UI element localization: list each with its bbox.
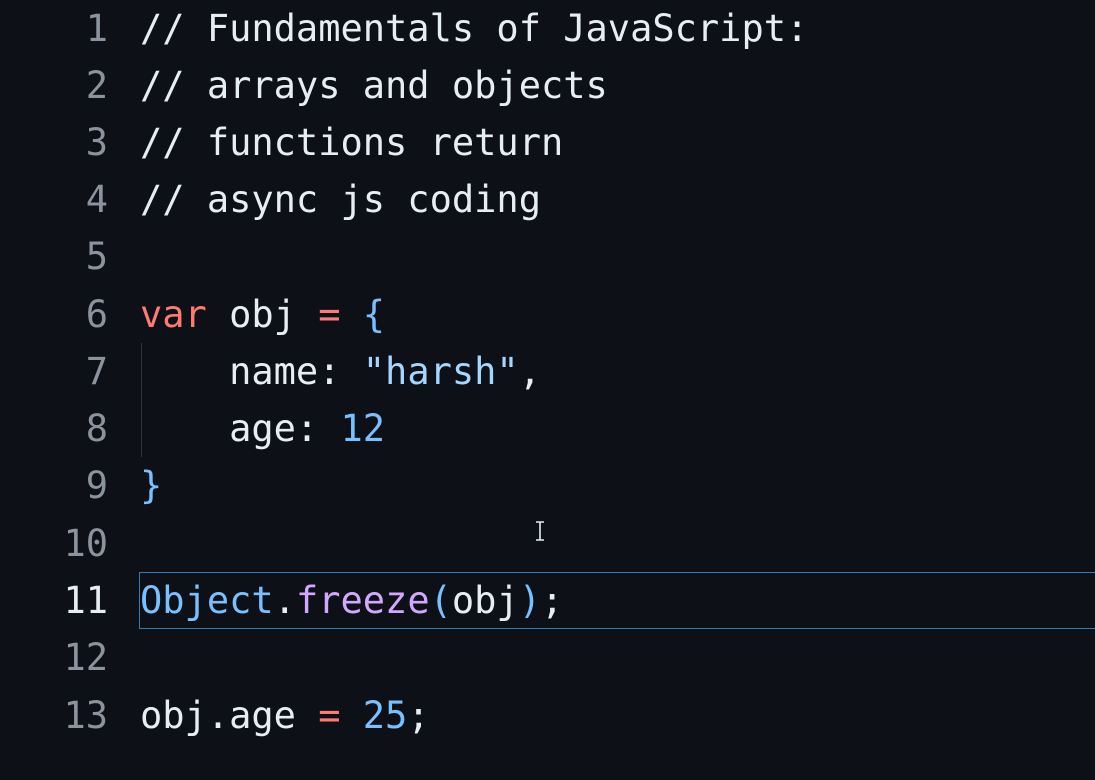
code-editor[interactable]: 1 // Fundamentals of JavaScript: 2 // array… <box>0 0 1095 780</box>
code-token-keyword: var <box>140 293 207 336</box>
code-token-brace: ( <box>429 579 452 622</box>
code-token-identifier: age: <box>140 407 341 450</box>
code-line[interactable]: 10 <box>0 515 1095 572</box>
code-line[interactable]: 13 obj.age = 25; <box>0 687 1095 744</box>
line-number: 10 <box>63 522 108 565</box>
line-number: 7 <box>85 350 108 393</box>
code-text[interactable]: name: "harsh", <box>140 343 541 400</box>
code-token-comment: // Fundamentals of JavaScript: <box>140 7 809 50</box>
code-line[interactable]: 1 // Fundamentals of JavaScript: <box>0 0 1095 57</box>
code-text[interactable]: Object.freeze(obj); <box>140 572 563 629</box>
code-line[interactable]: 4 // async js coding <box>0 171 1095 228</box>
line-number: 2 <box>85 64 108 107</box>
code-text[interactable]: obj.age = 25; <box>140 687 430 744</box>
code-token-identifier: . <box>273 579 296 622</box>
code-token-brace: } <box>140 464 163 507</box>
code-token-function: freeze <box>295 579 430 622</box>
code-line[interactable]: 7 name: "harsh", <box>0 343 1095 400</box>
code-line[interactable]: 6 var obj = { <box>0 286 1095 343</box>
code-text[interactable]: // Fundamentals of JavaScript: <box>140 0 808 57</box>
code-token-identifier <box>341 694 363 737</box>
code-line[interactable]: 11 Object.freeze(obj); <box>0 572 1095 629</box>
code-token-operator: = <box>318 293 341 336</box>
code-token-builtin: Object <box>140 579 274 622</box>
code-token-number: 25 <box>362 694 408 737</box>
code-token-operator: = <box>318 694 341 737</box>
code-token-number: 12 <box>340 407 386 450</box>
code-token-comment: // arrays and objects <box>140 64 608 107</box>
line-number: 5 <box>85 235 108 278</box>
line-number: 1 <box>85 7 108 50</box>
code-text[interactable]: age: 12 <box>140 400 385 457</box>
code-text[interactable]: // arrays and objects <box>140 57 608 114</box>
line-number: 3 <box>85 121 108 164</box>
code-token-identifier <box>341 293 363 336</box>
line-number: 12 <box>63 636 108 679</box>
code-token-comment: // functions return <box>140 121 564 164</box>
code-line[interactable]: 3 // functions return <box>0 114 1095 171</box>
line-number: 11 <box>63 579 108 622</box>
code-token-identifier: ; <box>407 694 430 737</box>
code-line[interactable]: 2 // arrays and objects <box>0 57 1095 114</box>
code-token-brace: ) <box>518 579 541 622</box>
code-line[interactable]: 8 age: 12 <box>0 400 1095 457</box>
code-token-identifier: obj <box>451 579 519 622</box>
code-text[interactable]: // async js coding <box>140 171 541 228</box>
code-token-string: "harsh" <box>362 350 519 393</box>
code-line[interactable]: 12 <box>0 629 1095 686</box>
code-line[interactable]: 9} <box>0 457 1095 514</box>
code-token-identifier: ; <box>540 579 564 622</box>
code-token-identifier: obj.age <box>140 694 319 737</box>
code-token-identifier: name: <box>140 350 363 393</box>
line-number: 8 <box>85 407 108 450</box>
code-token-brace: { <box>362 293 386 336</box>
code-text[interactable]: var obj = { <box>140 286 385 343</box>
line-number: 13 <box>63 694 108 737</box>
code-line[interactable]: 5 <box>0 228 1095 285</box>
code-token-identifier: obj <box>206 293 319 336</box>
code-text[interactable]: } <box>140 457 162 514</box>
line-number: 6 <box>85 293 108 336</box>
code-token-comment: // async js coding <box>140 178 541 221</box>
text-cursor-icon <box>536 521 544 541</box>
code-text[interactable]: // functions return <box>140 114 563 171</box>
line-number: 9 <box>85 464 108 507</box>
line-number: 4 <box>85 178 108 221</box>
code-token-identifier: , <box>518 350 541 393</box>
